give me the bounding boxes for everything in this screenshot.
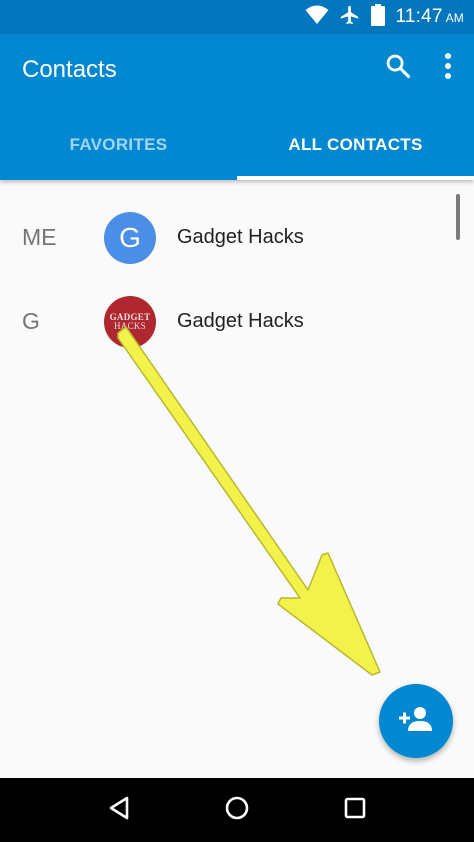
- section-header: G: [22, 308, 40, 334]
- back-button[interactable]: [99, 790, 139, 830]
- avatar-letter: G: [119, 222, 141, 253]
- contact-row[interactable]: G GADGET HACKS Gadget Hacks: [0, 280, 474, 364]
- wifi-icon: [305, 5, 329, 30]
- app-actions: [384, 52, 452, 85]
- status-time-ampm: AM: [445, 11, 464, 25]
- status-icons: 11:47 AM: [305, 0, 464, 34]
- back-icon: [108, 796, 130, 825]
- home-icon: [224, 795, 250, 826]
- contact-name: Gadget Hacks: [177, 226, 304, 248]
- status-bar: 11:47 AM: [0, 0, 474, 34]
- tab-bar: FAVORITES ALL CONTACTS: [0, 110, 474, 180]
- avatar: G: [104, 212, 156, 264]
- scrollbar[interactable]: [456, 194, 460, 240]
- avatar-logo-text: HACKS: [113, 321, 146, 331]
- contact-list: ME G Gadget Hacks G GADGET HACKS Gadget …: [0, 196, 474, 364]
- status-time-value: 11:47: [395, 6, 443, 27]
- recents-button[interactable]: [335, 790, 375, 830]
- airplane-mode-icon: [339, 4, 361, 31]
- more-vert-icon[interactable]: [444, 52, 452, 85]
- avatar-photo: GADGET HACKS: [104, 296, 156, 348]
- section-header: ME: [22, 224, 57, 250]
- home-button[interactable]: [217, 790, 257, 830]
- app-bar: Contacts FAVORITES ALL CONTACTS: [0, 34, 474, 180]
- search-icon[interactable]: [384, 52, 412, 85]
- status-time: 11:47 AM: [395, 6, 464, 28]
- contact-row-me[interactable]: ME G Gadget Hacks: [0, 196, 474, 280]
- contact-name: Gadget Hacks: [177, 310, 304, 332]
- battery-icon: [371, 3, 386, 31]
- add-contact-button[interactable]: [379, 684, 453, 758]
- navigation-bar: [0, 778, 474, 842]
- recents-icon: [344, 797, 366, 824]
- tab-all-contacts[interactable]: ALL CONTACTS: [237, 110, 474, 180]
- contacts-screen: 11:47 AM Contacts FAVORITES ALL CONTACTS…: [0, 0, 474, 842]
- app-title: Contacts: [22, 56, 117, 83]
- add-person-icon: [399, 706, 433, 737]
- tab-favorites[interactable]: FAVORITES: [0, 110, 237, 180]
